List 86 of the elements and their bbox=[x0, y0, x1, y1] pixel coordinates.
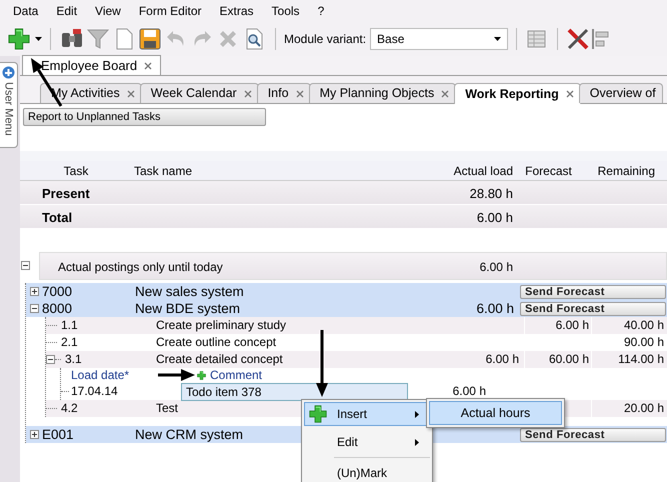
tab[interactable]: Work Reporting bbox=[454, 83, 581, 104]
row-label: Total bbox=[42, 210, 72, 225]
task-name: New CRM system bbox=[135, 427, 244, 442]
close-icon[interactable] bbox=[144, 62, 152, 70]
close-icon[interactable] bbox=[296, 90, 304, 98]
task-name: Create outline concept bbox=[156, 335, 276, 349]
row-value: 90.00 h bbox=[624, 335, 664, 349]
menu-item[interactable]: Extras bbox=[210, 0, 263, 22]
menu-item[interactable]: Edit bbox=[47, 0, 86, 22]
menu-item[interactable]: Form Editor bbox=[130, 0, 211, 22]
tab[interactable]: Overview of bbox=[578, 83, 663, 103]
comment-field[interactable]: Todo item 378 bbox=[181, 382, 408, 400]
task-code: 4.2 bbox=[61, 400, 78, 417]
module-variant-select[interactable]: Base bbox=[370, 28, 508, 50]
caret-icon[interactable] bbox=[35, 37, 42, 41]
table-row[interactable]: 3.1 Create detailed concept 6.00 h 60.00 h 114.00 h bbox=[46, 351, 667, 368]
send-forecast-button[interactable]: Send Forecast bbox=[520, 284, 666, 298]
row-value: 6.00 h bbox=[486, 352, 519, 366]
column-header: Task bbox=[64, 164, 88, 178]
column-header: Comment bbox=[210, 367, 262, 384]
column-header: Task name bbox=[134, 164, 192, 178]
side-tab[interactable]: User Menu bbox=[0, 62, 18, 148]
close-icon[interactable] bbox=[441, 90, 450, 98]
menu-item[interactable]: View bbox=[86, 0, 130, 22]
add-icon[interactable] bbox=[197, 371, 206, 380]
menu-item[interactable]: Edit bbox=[304, 430, 430, 454]
row-value: 6.00 h bbox=[476, 210, 513, 225]
add-icon bbox=[309, 405, 327, 423]
row-label: Present bbox=[42, 186, 90, 201]
save-icon[interactable] bbox=[138, 27, 162, 51]
row-value: 6.00 h bbox=[480, 260, 513, 274]
menu-item[interactable]: Actual hours bbox=[429, 401, 562, 425]
column-header: Actual load bbox=[454, 164, 513, 178]
row-value: 28.80 h bbox=[470, 186, 513, 201]
menu-icon bbox=[2, 66, 15, 79]
group-label: Actual postings only until today bbox=[58, 260, 223, 274]
row-value: 6.00 h bbox=[556, 318, 589, 332]
submenu-arrow-icon bbox=[415, 411, 419, 418]
task-code: 3.1 bbox=[65, 351, 82, 368]
field-label: Module variant: bbox=[284, 31, 366, 48]
menu-item[interactable]: Data bbox=[4, 0, 48, 22]
task-name: Create preliminary study bbox=[156, 318, 286, 332]
column-header: Forecast bbox=[525, 164, 572, 178]
close-icon[interactable] bbox=[566, 90, 574, 98]
task-code: 7000 bbox=[42, 283, 72, 300]
align-icon[interactable] bbox=[590, 27, 610, 51]
table-row[interactable]: 1.1 Create preliminary study 6.00 h 40.00 h bbox=[46, 317, 667, 334]
expand-icon[interactable] bbox=[30, 430, 39, 439]
column-header: Remaining bbox=[598, 164, 655, 178]
task-name: Create detailed concept bbox=[156, 352, 283, 366]
menu-item[interactable]: ? bbox=[308, 0, 334, 22]
submenu-arrow-icon bbox=[415, 439, 419, 446]
row-value: 60.00 h bbox=[548, 352, 589, 366]
send-forecast-button[interactable]: Send Forecast bbox=[520, 302, 666, 316]
row-value: 6.00 h bbox=[452, 384, 486, 398]
task-name: New BDE system bbox=[135, 301, 240, 316]
tab[interactable]: Week Calendar bbox=[140, 83, 259, 103]
column-header: Load date* bbox=[71, 368, 130, 382]
task-name: Test bbox=[156, 401, 178, 415]
report-button[interactable]: Report to Unplanned Tasks bbox=[23, 108, 266, 126]
collapse-icon[interactable] bbox=[21, 261, 30, 270]
row-value: 6.00 h bbox=[476, 301, 514, 316]
collapse-icon[interactable] bbox=[46, 355, 55, 364]
close-icon[interactable] bbox=[126, 90, 135, 98]
row-value: 20.00 h bbox=[624, 401, 664, 415]
caret-icon bbox=[494, 37, 502, 41]
expand-icon[interactable] bbox=[30, 287, 39, 296]
date-value: 17.04.14 bbox=[71, 383, 118, 400]
task-code: 1.1 bbox=[61, 317, 78, 334]
menu-item[interactable]: (Un)Mark bbox=[304, 461, 430, 482]
close-icon[interactable] bbox=[244, 90, 252, 98]
task-name: New sales system bbox=[135, 284, 244, 299]
pointer-arrow bbox=[158, 369, 195, 381]
task-code: 2.1 bbox=[61, 334, 78, 351]
task-code: 8000 bbox=[42, 300, 72, 317]
tab[interactable]: Info bbox=[256, 83, 311, 103]
collapse-icon[interactable] bbox=[30, 304, 39, 313]
document-tab[interactable]: Employee Board bbox=[22, 55, 162, 75]
send-forecast-button[interactable]: Send Forecast bbox=[520, 428, 666, 442]
row-value: 114.00 h bbox=[618, 352, 664, 366]
menu-item[interactable]: Tools bbox=[262, 0, 309, 22]
row-value: 40.00 h bbox=[624, 318, 664, 332]
tab[interactable]: My Planning Objects bbox=[308, 83, 456, 103]
add-icon[interactable] bbox=[8, 28, 30, 50]
pointer-arrow bbox=[316, 330, 328, 397]
task-code: E001 bbox=[42, 426, 74, 443]
